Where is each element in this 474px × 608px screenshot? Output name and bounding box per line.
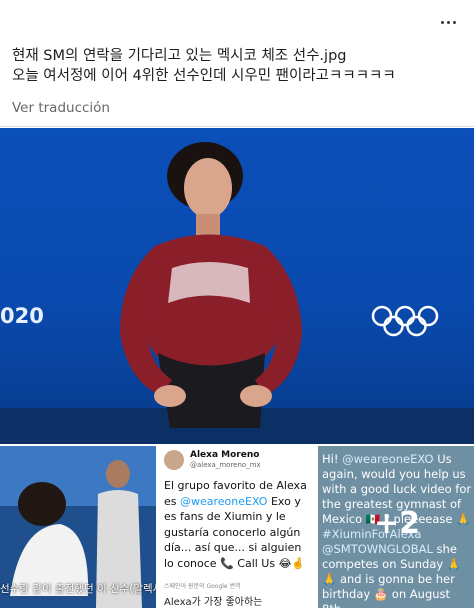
see-translation-link[interactable]: Ver traducción [12,100,110,116]
more-options-icon[interactable] [432,14,456,30]
photo-tile-tweet-exo[interactable]: Hi! @weareoneEXO Us again, would you hel… [318,446,474,608]
tweet-mention: @weareoneEXO [180,494,268,508]
photo-grid: 선수랑 같이 출전했던 이 선수(알렉사 . Alexa Moreno @ale… [0,446,474,608]
korean-caption: Alexa가 가장 좋아하는 [164,597,263,608]
main-photo[interactable]: 020 20 [0,128,474,444]
tweet-author-name: Alexa Moreno [190,450,260,460]
post-text: 현재 SM의 연락을 기다리고 있는 멕시코 체조 선수.jpg 오늘 여서정에… [12,46,462,86]
athlete-figure [120,142,302,428]
olympic-rings-icon [371,305,439,337]
tweet-body: El grupo favorito de Alexa es @weareoneE… [164,478,312,571]
tweet-text-a: Hi! [322,452,343,466]
translation-note: 스페인어 원문의 Google 번역 [164,583,241,590]
photo-caption: 선수랑 같이 출전했던 이 선수(알렉사 . [0,583,156,595]
tweet-header: Alexa Moreno @alexa_moreno_mx [164,450,261,470]
post-line-2: 오늘 여서정에 이어 4위한 선수인데 시우민 팬이라고ㅋㅋㅋㅋㅋ [12,68,396,84]
more-photos-count[interactable]: +2 [374,506,420,541]
divider [0,126,474,127]
year-text-left: 020 [0,304,44,328]
tweet-mention-exo: @weareoneEXO [342,452,434,466]
avatar [164,450,184,470]
photo-tile-hug[interactable]: 선수랑 같이 출전했던 이 선수(알렉사 . [0,446,156,608]
photo-tile-tweet-alexa[interactable]: Alexa Moreno @alexa_moreno_mx El grupo f… [158,446,316,608]
tweet-mention-smtown: @SMTOWNGLOBAL [322,542,433,556]
tweet-author-handle: @alexa_moreno_mx [190,461,261,469]
post-line-1: 현재 SM의 연락을 기다리고 있는 멕시코 체조 선수.jpg [12,48,347,64]
